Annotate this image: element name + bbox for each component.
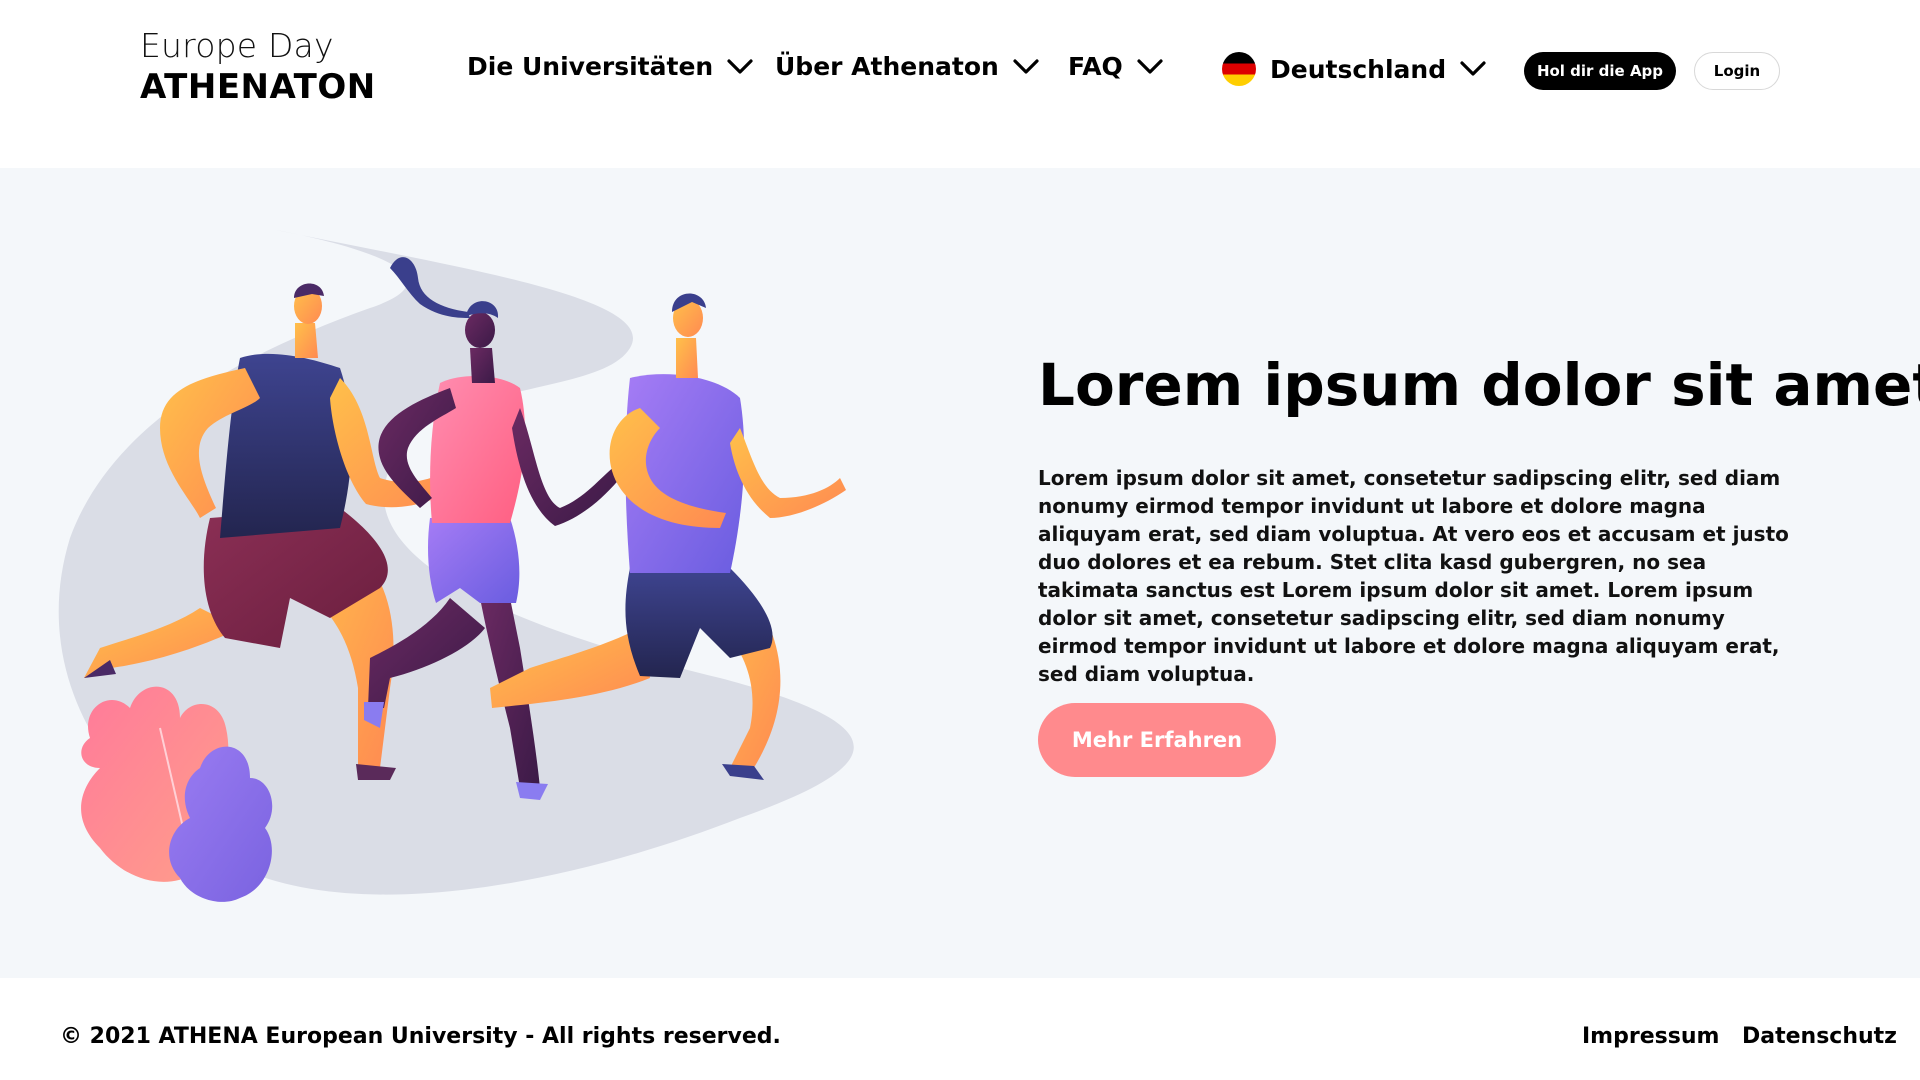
germany-flag-icon xyxy=(1222,52,1256,86)
nav-item-label: Über Athenaton xyxy=(775,52,999,81)
site-logo[interactable]: Europe Day ATHENATON xyxy=(140,26,376,108)
nav-item-universities[interactable]: Die Universitäten xyxy=(467,52,753,81)
site-footer: © 2021 ATHENA European University - All … xyxy=(0,978,1920,1080)
logo-title: ATHENATON xyxy=(140,67,376,107)
get-app-button[interactable]: Hol dir die App xyxy=(1524,52,1676,90)
chevron-down-icon xyxy=(1013,58,1039,74)
nav-item-label: Deutschland xyxy=(1270,54,1447,84)
nav-item-about[interactable]: Über Athenaton xyxy=(775,52,1039,81)
nav-item-country[interactable]: Deutschland xyxy=(1222,52,1486,86)
chevron-down-icon xyxy=(727,58,753,74)
imprint-link[interactable]: Impressum xyxy=(1582,1024,1719,1049)
nav-item-label: Die Universitäten xyxy=(467,52,714,81)
learn-more-button[interactable]: Mehr Erfahren xyxy=(1038,703,1276,777)
logo-subtitle: Europe Day xyxy=(140,26,334,65)
privacy-link[interactable]: Datenschutz xyxy=(1742,1024,1897,1049)
hero-description: Lorem ipsum dolor sit amet, consetetur s… xyxy=(1038,466,1789,686)
login-button[interactable]: Login xyxy=(1694,52,1780,90)
nav-item-label: FAQ xyxy=(1068,52,1123,81)
site-header: Europe Day ATHENATON Die Universitäten Ü… xyxy=(0,0,1920,168)
hero-title: Lorem ipsum dolor sit amet xyxy=(1038,351,1920,419)
chevron-down-icon xyxy=(1460,61,1486,76)
nav-item-faq[interactable]: FAQ xyxy=(1068,52,1163,81)
copyright-text: © 2021 ATHENA European University - All … xyxy=(60,1024,781,1049)
runners-illustration xyxy=(58,230,854,902)
chevron-down-icon xyxy=(1137,58,1163,74)
hero-section: Lorem ipsum dolor sit amet Lorem ipsum d… xyxy=(0,168,1920,978)
